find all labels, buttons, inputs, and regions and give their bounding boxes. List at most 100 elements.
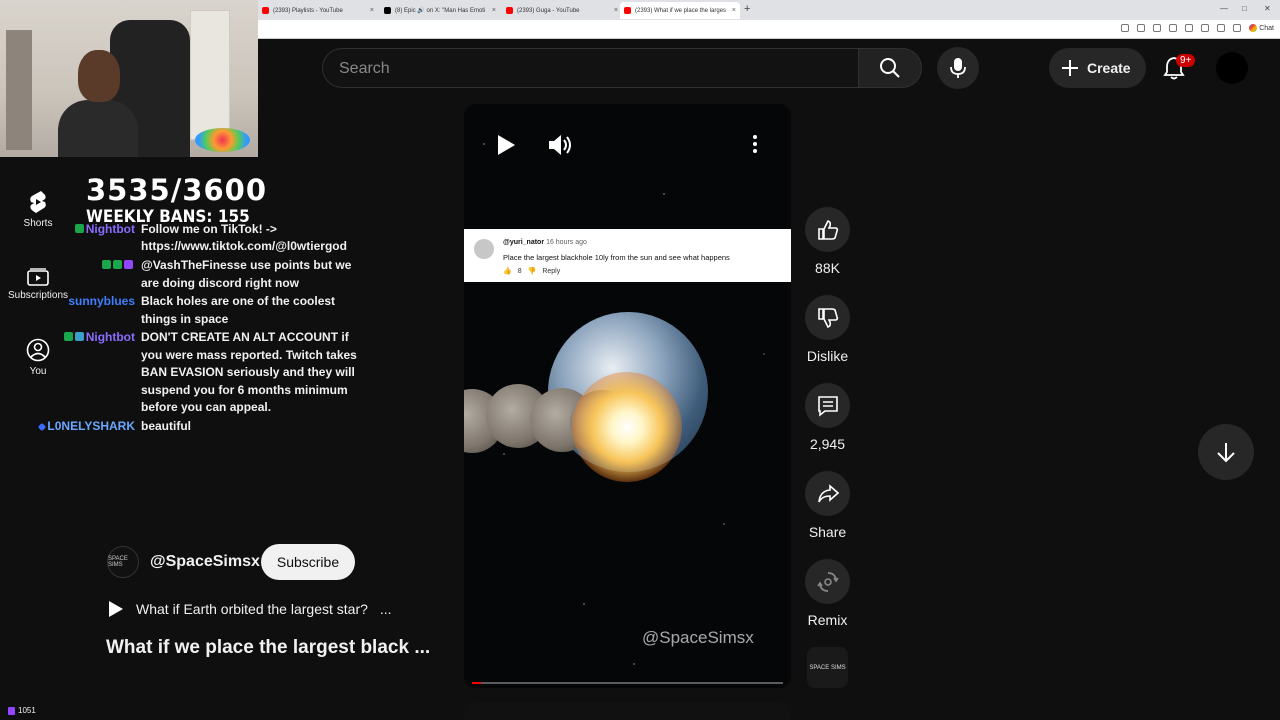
notification-count-badge: 9+ bbox=[1176, 54, 1196, 67]
thumbs-down-icon: 👎 bbox=[527, 268, 537, 275]
sound-thumbnail-logo: SPACE SIMS bbox=[809, 664, 846, 671]
video-progress-bar[interactable] bbox=[472, 682, 783, 684]
sound-thumbnail[interactable]: SPACE SIMS bbox=[807, 647, 848, 688]
badge-icon bbox=[63, 332, 73, 341]
share-button[interactable] bbox=[805, 471, 850, 516]
chat-username: L0NELYSHARK bbox=[30, 419, 135, 433]
chat-username: Nightbot bbox=[44, 330, 135, 344]
ban-counter: 3535/3600 bbox=[86, 173, 268, 207]
more-options-icon[interactable] bbox=[752, 134, 758, 154]
webcam-streamer-body bbox=[58, 100, 138, 157]
comment-text: Place the largest blackhole 10ly from th… bbox=[503, 253, 730, 262]
dislike-button[interactable] bbox=[805, 295, 850, 340]
youtube-favicon-icon bbox=[506, 7, 513, 14]
cast-icon[interactable] bbox=[1169, 24, 1178, 32]
app-root: (2393) Playlists - YouTube × (8) Epic 🔊 … bbox=[0, 0, 1280, 720]
tab-current-short[interactable]: (2393) What if we place the larges × bbox=[620, 2, 740, 19]
volume-icon[interactable] bbox=[548, 133, 574, 157]
chat-button[interactable]: Chat bbox=[1249, 24, 1274, 32]
address-bar[interactable]: Chat bbox=[258, 20, 1280, 39]
chat-label: Chat bbox=[1259, 24, 1274, 32]
commenter-avatar bbox=[474, 239, 494, 259]
sidebar-item-label: You bbox=[29, 366, 47, 377]
tab-guga[interactable]: (2393) Guga - YouTube × bbox=[502, 2, 622, 19]
comment-count: 2,945 bbox=[809, 436, 846, 452]
search-icon bbox=[880, 58, 900, 78]
create-label: Create bbox=[1087, 60, 1131, 76]
chat-message: are doing discord right now bbox=[141, 276, 300, 290]
channel-avatar-logo: SPACE SIMS bbox=[108, 556, 128, 568]
close-icon[interactable]: × bbox=[370, 7, 374, 14]
plus-icon bbox=[1062, 60, 1078, 76]
bookmark-star-icon[interactable] bbox=[1185, 24, 1194, 32]
tab-x-post[interactable]: (8) Epic 🔊 on X: "Man Has Emoti × bbox=[380, 2, 500, 19]
tab-label: (2393) Playlists - YouTube bbox=[273, 7, 343, 14]
profile-icon[interactable] bbox=[1233, 24, 1242, 32]
video-watermark: @SpaceSimsx bbox=[642, 628, 754, 647]
like-button[interactable] bbox=[805, 207, 850, 252]
badge-icon bbox=[74, 332, 84, 341]
comment-time: 16 hours ago bbox=[546, 239, 587, 246]
youtube-favicon-icon bbox=[262, 7, 269, 14]
extension-puzzle-icon[interactable] bbox=[1201, 24, 1210, 32]
search-input[interactable]: Search bbox=[322, 48, 859, 88]
url-toolbar: Chat bbox=[1121, 24, 1274, 32]
share-page-icon[interactable] bbox=[1153, 24, 1162, 32]
chat-message: Black holes are one of the coolest bbox=[141, 294, 336, 308]
webcam-door bbox=[190, 10, 230, 140]
webcam-shelf bbox=[6, 30, 32, 150]
search-button[interactable] bbox=[858, 48, 922, 88]
pinned-comment-card: @yuri_nator 16 hours ago Place the larges… bbox=[464, 229, 791, 282]
next-short-peek[interactable] bbox=[464, 702, 791, 720]
extension-icon[interactable] bbox=[1121, 24, 1130, 32]
webcam-overlay bbox=[0, 0, 258, 157]
thumbs-up-icon: 👍 bbox=[503, 268, 512, 275]
twitch-icon bbox=[8, 706, 15, 715]
remix-icon bbox=[816, 571, 839, 592]
chat-message: https://www.tiktok.com/@l0wtiergod bbox=[141, 239, 347, 253]
commenter-name: @yuri_nator 16 hours ago bbox=[503, 239, 587, 246]
shorts-icon bbox=[30, 191, 46, 213]
channel-avatar[interactable]: SPACE SIMS bbox=[107, 546, 139, 578]
play-icon[interactable] bbox=[496, 134, 516, 156]
close-window-icon[interactable]: ✕ bbox=[1264, 4, 1271, 13]
like-count: 88K bbox=[815, 260, 840, 276]
maximize-icon[interactable]: □ bbox=[1242, 4, 1247, 13]
tab-playlists[interactable]: (2393) Playlists - YouTube × bbox=[258, 2, 378, 19]
account-avatar[interactable] bbox=[1216, 52, 1248, 84]
remix-label: Remix bbox=[807, 612, 848, 628]
downloads-icon[interactable] bbox=[1217, 24, 1226, 32]
badge-icon bbox=[74, 224, 84, 233]
reply-label: Reply bbox=[542, 267, 561, 275]
tab-label: (2393) What if we place the larges bbox=[635, 7, 727, 14]
next-video-button[interactable] bbox=[1198, 424, 1254, 480]
video-progress-fill bbox=[472, 682, 482, 684]
remix-button[interactable] bbox=[805, 559, 850, 604]
thumbs-down-icon bbox=[817, 307, 838, 328]
x-favicon-icon bbox=[384, 7, 391, 14]
channel-name[interactable]: @SpaceSimsx bbox=[150, 553, 260, 571]
create-button[interactable]: Create bbox=[1049, 48, 1146, 88]
arrow-down-icon bbox=[1217, 443, 1235, 463]
subscribe-button[interactable]: Subscribe bbox=[261, 544, 355, 580]
chat-message: beautiful bbox=[141, 419, 191, 433]
zoom-icon[interactable] bbox=[1137, 24, 1146, 32]
badge-icon bbox=[113, 260, 122, 269]
voice-search-button[interactable] bbox=[937, 47, 979, 89]
thumbs-up-icon bbox=[817, 219, 838, 240]
chat-username: sunnyblues bbox=[68, 294, 135, 308]
close-icon[interactable]: × bbox=[492, 7, 496, 14]
comments-button[interactable] bbox=[805, 383, 850, 428]
new-tab-button[interactable]: + bbox=[744, 3, 750, 15]
minimize-icon[interactable]: — bbox=[1220, 4, 1228, 13]
close-icon[interactable]: × bbox=[614, 7, 618, 14]
play-icon bbox=[109, 601, 123, 617]
badge-icon bbox=[102, 260, 111, 269]
webcam-rug bbox=[195, 128, 250, 152]
related-video-link[interactable]: What if Earth orbited the largest star? … bbox=[108, 600, 392, 618]
webcam-streamer-head bbox=[78, 50, 120, 102]
shorts-video-player[interactable]: @yuri_nator 16 hours ago Place the larges… bbox=[464, 104, 791, 688]
search-placeholder: Search bbox=[339, 60, 390, 77]
close-icon[interactable]: × bbox=[732, 7, 736, 14]
viewer-count-value: 1051 bbox=[18, 706, 36, 715]
